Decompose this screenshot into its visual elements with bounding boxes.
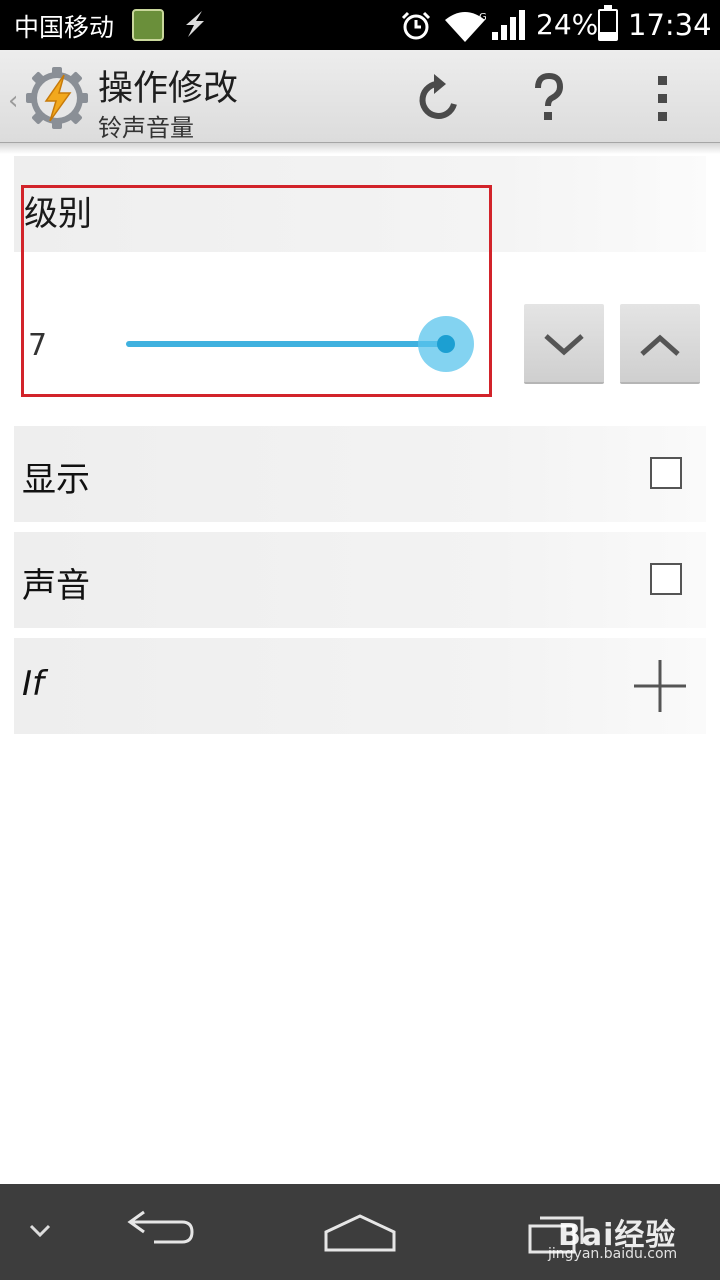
app-notification-icon xyxy=(132,9,164,41)
battery-icon xyxy=(598,5,618,41)
back-nav-icon[interactable] xyxy=(124,1206,196,1250)
highlight-annotation-box xyxy=(21,185,492,397)
home-icon[interactable] xyxy=(322,1212,398,1258)
page-title: 操作修改 xyxy=(98,69,239,109)
wifi-icon: G xyxy=(443,10,487,46)
condition-label: If xyxy=(22,664,44,704)
collapse-icon[interactable] xyxy=(28,1222,52,1244)
usb-icon xyxy=(180,9,210,43)
overflow-menu-icon[interactable] xyxy=(636,68,696,128)
option-label-display: 显示 xyxy=(22,460,90,500)
navigation-bar: Bai经验 jingyan.baidu.com xyxy=(0,1184,720,1280)
app-logo[interactable] xyxy=(24,65,90,131)
option-label-sound: 声音 xyxy=(22,566,90,606)
back-icon[interactable]: ‹ xyxy=(8,86,18,116)
alarm-icon xyxy=(400,10,432,46)
action-bar-shadow xyxy=(0,142,720,154)
undo-icon[interactable] xyxy=(410,68,470,128)
sound-checkbox[interactable] xyxy=(650,563,682,595)
clock: 17:34 xyxy=(628,8,712,42)
help-icon[interactable] xyxy=(518,68,578,128)
add-condition-icon[interactable] xyxy=(632,658,688,718)
display-checkbox[interactable] xyxy=(650,457,682,489)
watermark-url: jingyan.baidu.com xyxy=(548,1246,678,1262)
chevron-down-icon xyxy=(544,334,584,356)
svg-text:G: G xyxy=(479,12,487,23)
action-bar: ‹ 操作修改 铃声音量 xyxy=(0,50,720,143)
signal-icon xyxy=(490,8,528,46)
carrier-name: 中国移动 xyxy=(14,13,115,42)
condition-row[interactable]: If xyxy=(14,638,706,734)
decrease-button[interactable] xyxy=(524,304,604,384)
status-bar: 中国移动 G 24% 17:34 xyxy=(0,0,720,50)
option-row-sound[interactable]: 声音 xyxy=(14,532,706,628)
increase-button[interactable] xyxy=(620,304,700,384)
page-subtitle: 铃声音量 xyxy=(98,114,194,142)
option-row-display[interactable]: 显示 xyxy=(14,426,706,522)
chevron-up-icon xyxy=(640,334,680,356)
battery-percent: 24% xyxy=(536,8,599,41)
